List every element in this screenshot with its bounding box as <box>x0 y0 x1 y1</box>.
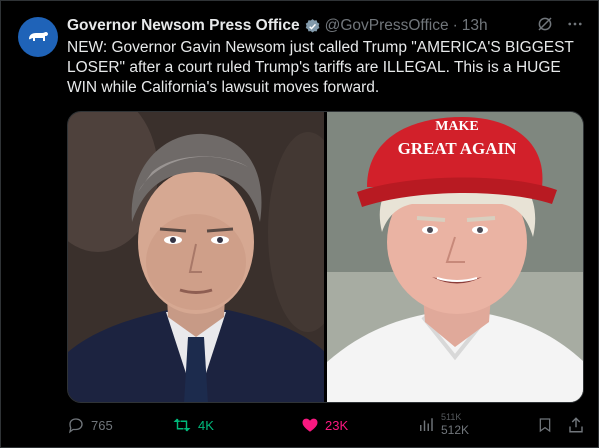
bookmark-icon <box>539 418 551 433</box>
retweet-button[interactable]: 4K <box>172 416 214 434</box>
views-count-current: 512K <box>441 423 470 437</box>
hat-text-top: MAKE <box>435 119 479 134</box>
more-options-icon[interactable] <box>566 15 584 33</box>
analytics-icon <box>420 418 433 431</box>
share-button[interactable] <box>567 416 585 434</box>
tweet-actions: 765 4K 23K 511K 512K <box>67 412 587 437</box>
tweet-card[interactable]: Governor Newsom Press Office @GovPressOf… <box>0 0 599 448</box>
bookmark-button[interactable] <box>537 416 553 434</box>
reply-count: 765 <box>91 417 113 433</box>
newsom-photo[interactable] <box>68 112 324 402</box>
separator-dot: · <box>452 17 458 34</box>
grok-icon[interactable] <box>536 15 554 33</box>
tweet-header: Governor Newsom Press Office @GovPressOf… <box>67 15 584 37</box>
reply-icon <box>68 418 83 434</box>
newsom-portrait <box>68 112 324 402</box>
trump-portrait: MAKE GREAT AGAIN <box>327 112 583 402</box>
share-icon <box>569 417 583 433</box>
tweet-text: NEW: Governor Gavin Newsom just called T… <box>67 39 574 96</box>
views-button[interactable]: 511K 512K <box>417 412 470 437</box>
verified-badge-icon[interactable] <box>304 18 321 35</box>
reply-button[interactable]: 765 <box>67 416 113 434</box>
author-handle[interactable]: @GovPressOffice <box>325 17 449 35</box>
like-count: 23K <box>325 417 349 433</box>
like-button[interactable]: 23K <box>301 416 348 434</box>
views-count: 511K 512K <box>441 412 470 437</box>
tweet-media[interactable]: MAKE GREAT AGAIN <box>67 111 584 403</box>
author-name[interactable]: Governor Newsom Press Office <box>67 17 300 35</box>
header-tools <box>536 15 584 33</box>
hat-text: GREAT AGAIN <box>398 139 518 158</box>
trump-photo[interactable]: MAKE GREAT AGAIN <box>327 112 583 402</box>
views-count-prev: 511K <box>441 412 462 422</box>
avatar[interactable] <box>18 17 58 57</box>
retweet-count: 4K <box>198 417 214 433</box>
heart-icon <box>302 418 318 432</box>
california-bear-logo-icon <box>29 32 48 41</box>
tweet-time[interactable]: 13h <box>462 17 488 35</box>
retweet-icon <box>173 418 191 432</box>
